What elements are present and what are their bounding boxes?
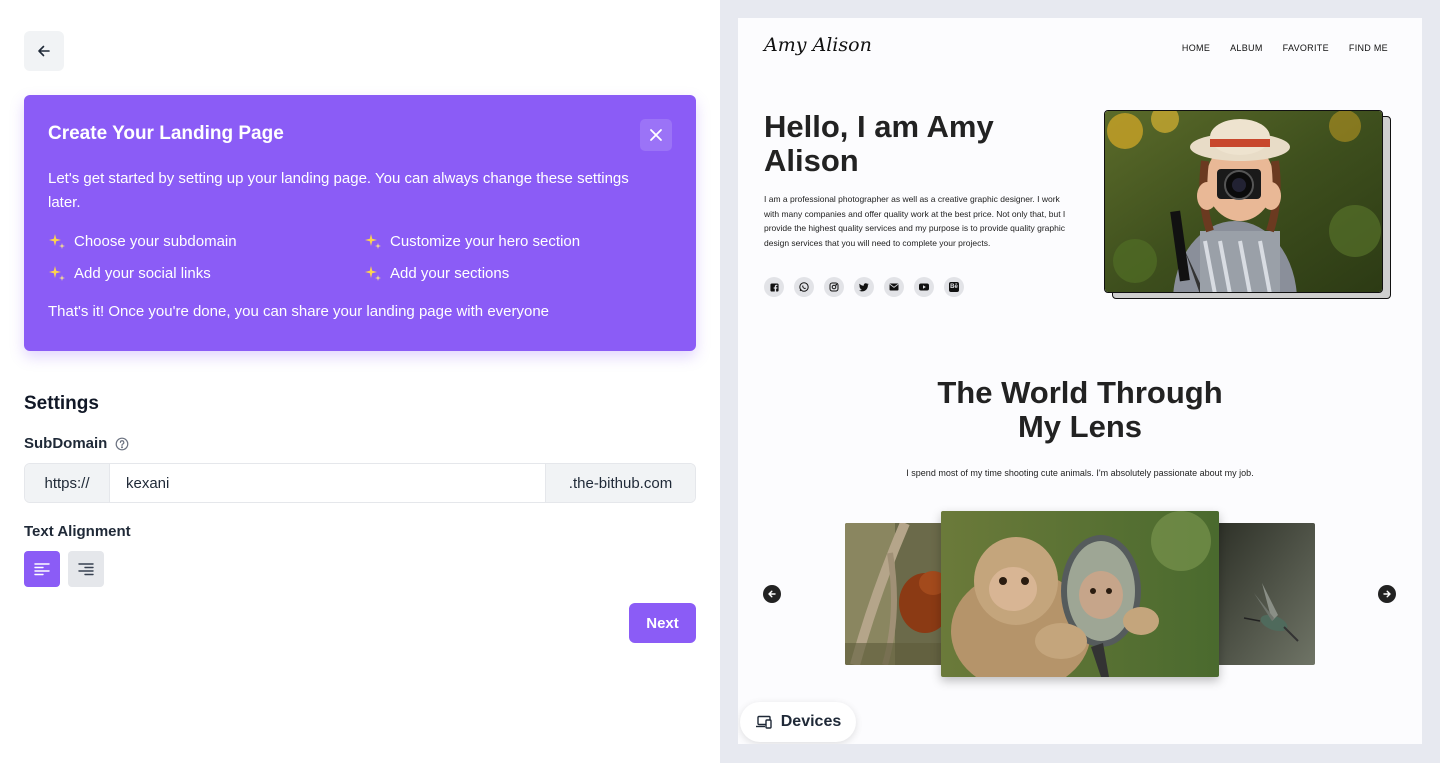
twitter-icon[interactable] (854, 277, 874, 297)
editor-panel: Create Your Landing Page Let's get start… (0, 0, 720, 763)
subdomain-input[interactable] (110, 464, 545, 502)
site-nav: HOME ALBUM FAVORITE FIND ME (1182, 43, 1388, 53)
carousel-prev-button[interactable] (763, 585, 781, 603)
text-alignment-label: Text Alignment (24, 523, 131, 540)
mail-icon[interactable] (884, 277, 904, 297)
facebook-icon[interactable] (764, 277, 784, 297)
sparkle-icon (364, 232, 384, 250)
next-button[interactable]: Next (629, 603, 696, 643)
section-subtitle: I spend most of my time shooting cute an… (906, 468, 1254, 478)
nav-item-favorite[interactable]: FAVORITE (1283, 43, 1329, 53)
youtube-icon[interactable] (914, 277, 934, 297)
subdomain-suffix: .the-bithub.com (545, 464, 695, 502)
back-button[interactable] (24, 31, 64, 71)
step-item: Choose your subdomain (48, 231, 364, 251)
onboarding-banner: Create Your Landing Page Let's get start… (24, 95, 696, 351)
behance-icon[interactable]: Bē (944, 277, 964, 297)
sparkle-icon (48, 264, 68, 282)
subdomain-label: SubDomain (24, 435, 129, 452)
align-left-button[interactable] (24, 551, 60, 587)
banner-title: Create Your Landing Page (48, 123, 284, 144)
hero-description: I am a professional photographer as well… (764, 194, 1066, 248)
instagram-icon[interactable] (824, 277, 844, 297)
close-icon (650, 129, 662, 141)
subdomain-label-text: SubDomain (24, 435, 108, 452)
arrow-left-icon (768, 590, 776, 598)
steps-list: Choose your subdomain Customize your her… (48, 231, 672, 283)
preview-panel: Amy Alison HOME ALBUM FAVORITE FIND ME H… (720, 0, 1440, 763)
step-label: Add your social links (74, 264, 211, 282)
site-logo[interactable]: Amy Alison (764, 34, 872, 56)
step-item: Customize your hero section (364, 231, 664, 251)
behance-icon-text: Bē (949, 282, 959, 292)
settings-title: Settings (24, 393, 99, 414)
align-left-icon (34, 563, 50, 576)
step-label: Add your sections (390, 264, 510, 282)
banner-description: Let's get started by setting up your lan… (48, 170, 629, 211)
section-title: The World Through My Lens (738, 376, 1422, 444)
banner-footer: That's it! Once you're done, you can sha… (48, 303, 550, 320)
social-links: Bē (764, 277, 964, 297)
nav-item-home[interactable]: HOME (1182, 43, 1210, 53)
whatsapp-icon[interactable] (794, 277, 814, 297)
nav-item-album[interactable]: ALBUM (1230, 43, 1263, 53)
sparkle-icon (48, 232, 68, 250)
landing-page-preview: Amy Alison HOME ALBUM FAVORITE FIND ME H… (738, 18, 1422, 744)
subdomain-prefix: https:// (25, 464, 110, 502)
step-item: Add your social links (48, 263, 364, 283)
carousel-next-button[interactable] (1378, 585, 1396, 603)
align-right-button[interactable] (68, 551, 104, 587)
nav-item-find-me[interactable]: FIND ME (1349, 43, 1388, 53)
close-banner-button[interactable] (640, 119, 672, 151)
devices-icon (755, 715, 772, 729)
subdomain-field: https:// .the-bithub.com (24, 463, 696, 503)
hero-title: Hello, I am Amy Alison (764, 109, 994, 178)
hero-photo (1104, 110, 1383, 293)
gallery-photo-squirrel (845, 523, 945, 665)
sparkle-icon (364, 264, 384, 282)
section-title-text: The World Through My Lens (937, 375, 1223, 444)
arrow-left-icon (38, 45, 50, 57)
step-label: Customize your hero section (390, 232, 581, 250)
step-item: Add your sections (364, 263, 664, 283)
align-right-icon (78, 563, 94, 576)
devices-label: Devices (780, 713, 842, 730)
gallery-photo-monkeys (941, 511, 1219, 677)
gallery-photo-hummingbird (1214, 523, 1315, 665)
arrow-right-icon (1383, 590, 1391, 598)
help-icon[interactable] (115, 437, 129, 451)
step-label: Choose your subdomain (74, 232, 237, 250)
devices-button[interactable]: Devices (740, 702, 856, 742)
